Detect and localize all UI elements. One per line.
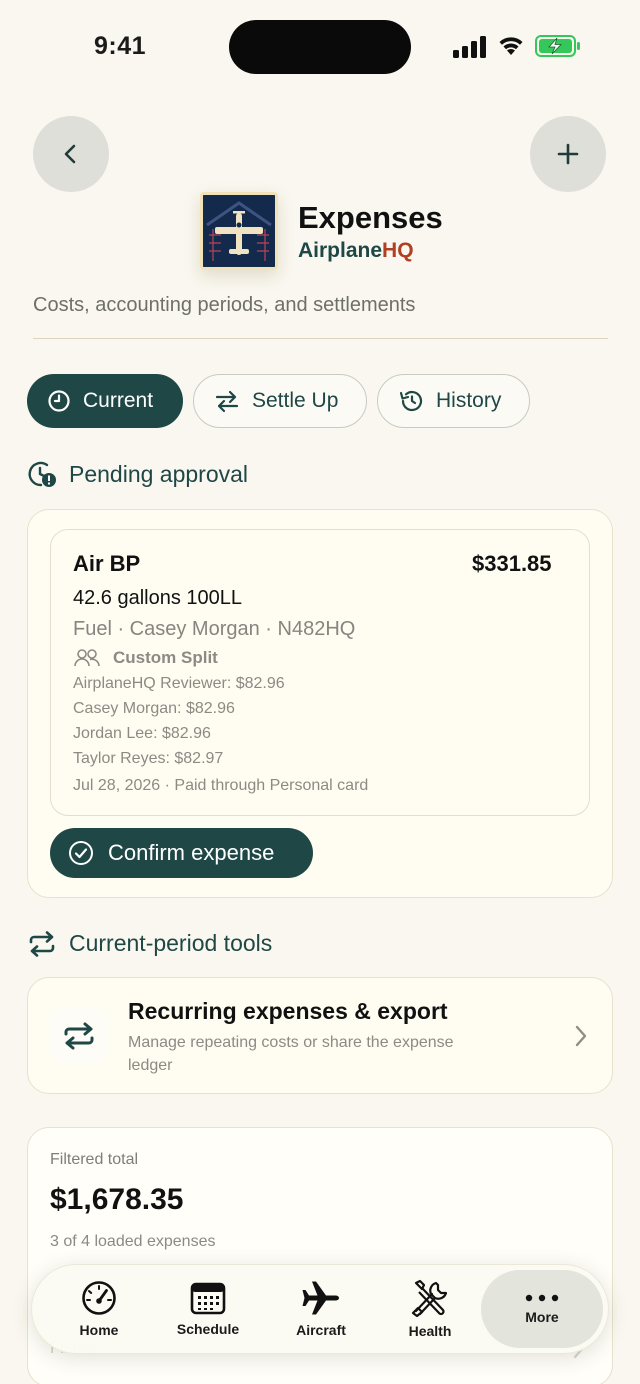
split-type: Custom Split	[113, 648, 218, 667]
nav-aircraft[interactable]: Aircraft	[283, 1264, 359, 1354]
nav-health[interactable]: Health	[392, 1264, 468, 1354]
app-logo	[200, 192, 278, 270]
confirm-expense-label: Confirm expense	[108, 840, 275, 865]
brand-name-part2: HQ	[382, 239, 414, 262]
page-title: Expenses	[298, 200, 443, 235]
nav-home[interactable]: Home	[60, 1264, 138, 1354]
expense-vendor: Air BP	[73, 551, 141, 576]
pending-approval-label: Pending approval	[69, 460, 249, 487]
cellular-signal-icon	[453, 36, 486, 58]
recurring-icon-tile	[50, 1007, 108, 1065]
brand-name: AirplaneHQ	[298, 239, 414, 263]
add-expense-button[interactable]	[530, 116, 606, 192]
history-icon	[399, 390, 423, 412]
current-period-tools-label: Current-period tools	[69, 930, 273, 956]
nav-health-label: Health	[408, 1323, 452, 1339]
nav-home-label: Home	[79, 1322, 119, 1338]
expense-amount: $331.85	[472, 551, 552, 576]
nav-more-label: More	[525, 1309, 559, 1325]
tab-settle-up[interactable]: Settle Up	[193, 374, 367, 428]
brand-name-part1: Airplane	[298, 239, 383, 262]
wifi-icon	[499, 37, 523, 55]
tools-icon	[411, 1279, 448, 1317]
tab-history-label: History	[436, 389, 502, 412]
split-line: AirplaneHQ Reviewer: $82.96	[73, 675, 285, 692]
pending-approval-heading: Pending approval	[27, 460, 248, 488]
check-circle-icon	[69, 841, 93, 865]
swap-arrows-icon	[215, 390, 239, 413]
nav-schedule[interactable]: Schedule	[166, 1264, 250, 1354]
page-subtitle: Costs, accounting periods, and settlemen…	[33, 294, 416, 316]
split-line: Taylor Reyes: $82.97	[73, 750, 224, 767]
airplane-icon	[302, 1281, 339, 1315]
clock-alert-icon	[28, 461, 56, 487]
more-dots-icon	[525, 1294, 559, 1302]
battery-charging-icon	[535, 35, 580, 57]
status-time: 9:41	[94, 32, 147, 60]
chevron-left-icon	[64, 144, 76, 164]
confirm-expense-button[interactable]: Confirm expense	[50, 828, 313, 878]
expense-meta: Fuel · Casey Morgan · N482HQ	[73, 618, 356, 640]
clock-icon	[48, 390, 70, 412]
tab-history[interactable]: History	[377, 374, 530, 428]
repeat-icon	[29, 930, 55, 957]
users-icon	[74, 649, 100, 667]
split-line: Jordan Lee: $82.96	[73, 725, 211, 742]
nav-aircraft-label: Aircraft	[296, 1322, 346, 1338]
tab-current-label: Current	[83, 389, 154, 412]
nav-more[interactable]: More	[481, 1270, 603, 1348]
dynamic-island	[229, 20, 411, 74]
split-line: Casey Morgan: $82.96	[73, 700, 235, 717]
recurring-expenses-title: Recurring expenses & export	[128, 998, 448, 1024]
tab-settle-up-label: Settle Up	[252, 389, 339, 412]
calendar-icon	[190, 1282, 226, 1315]
header-divider	[33, 338, 608, 339]
nav-schedule-label: Schedule	[176, 1321, 240, 1337]
back-button[interactable]	[33, 116, 109, 192]
current-period-tools-heading: Current-period tools	[27, 930, 272, 957]
tab-current[interactable]: Current	[27, 374, 183, 428]
expense-date-payment: Jul 28, 2026 · Paid through Personal car…	[73, 777, 369, 794]
filtered-total-amount: $1,678.35	[50, 1183, 184, 1216]
chevron-right-icon	[575, 1025, 587, 1047]
loaded-expenses-count: 3 of 4 loaded expenses	[50, 1233, 216, 1250]
custom-split-label: Custom Split	[73, 648, 218, 668]
filtered-total-label: Filtered total	[50, 1151, 139, 1168]
recurring-expenses-subtitle: Manage repeating costs or share the expe…	[128, 1034, 454, 1074]
expense-description: 42.6 gallons 100LL	[73, 587, 243, 609]
repeat-icon	[64, 1022, 94, 1050]
gauge-icon	[82, 1281, 116, 1315]
plus-icon	[557, 143, 579, 165]
hangar-airplane-icon	[203, 195, 275, 267]
